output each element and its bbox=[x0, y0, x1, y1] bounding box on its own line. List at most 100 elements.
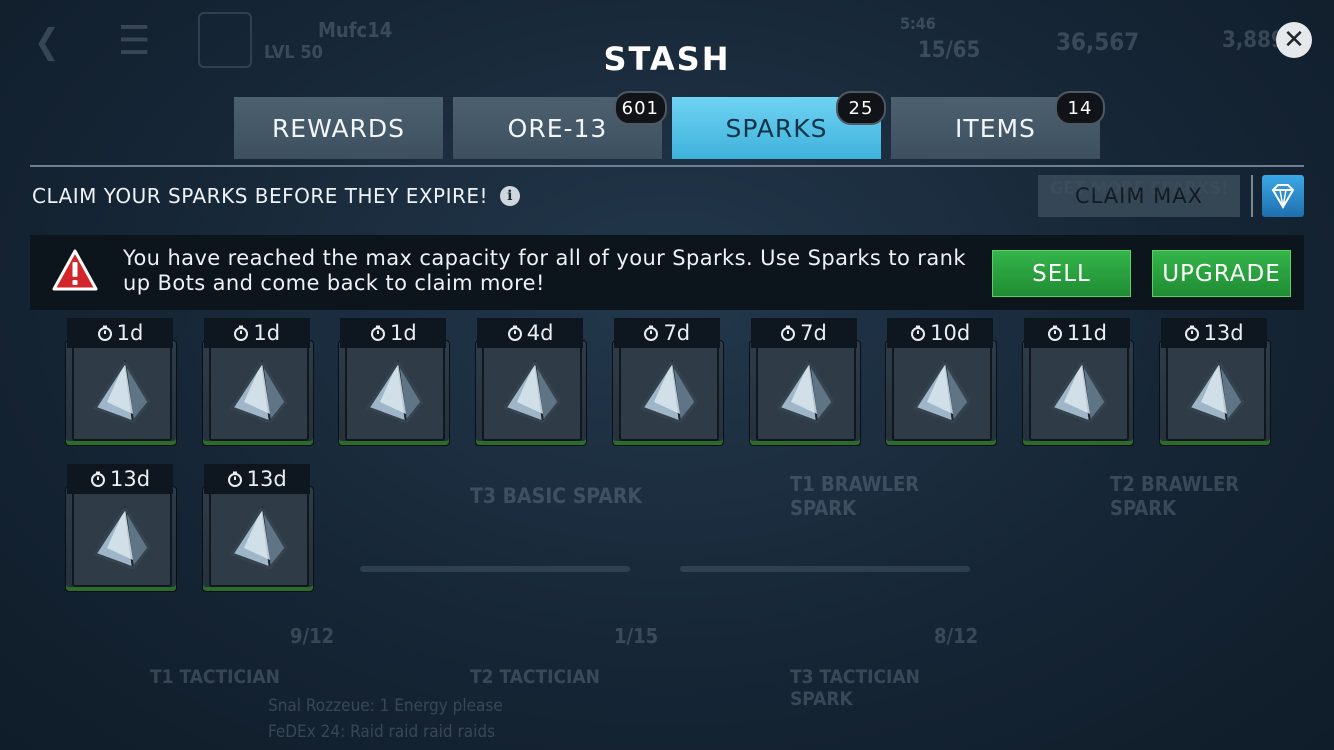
spark-card[interactable]: 7d bbox=[748, 318, 861, 446]
spark-slot bbox=[72, 490, 172, 587]
expiry-timer: 7d bbox=[613, 318, 720, 348]
expiry-timer: 1d bbox=[67, 318, 173, 348]
spark-frame bbox=[1158, 340, 1271, 446]
expiry-timer: 1d bbox=[203, 318, 310, 348]
expiry-timer: 10d bbox=[887, 318, 994, 348]
timer-label: 10d bbox=[930, 321, 971, 345]
spark-card[interactable]: 7d bbox=[611, 318, 724, 446]
claim-max-button[interactable]: CLAIM MAX bbox=[1038, 175, 1240, 217]
timer-icon bbox=[227, 471, 242, 487]
timer-icon bbox=[644, 325, 659, 341]
divider bbox=[1251, 175, 1253, 217]
timer-icon bbox=[97, 325, 112, 341]
chat-line: Snal Rozzeue: 1 Energy please bbox=[268, 696, 503, 716]
spark-card[interactable]: 11d bbox=[1021, 318, 1134, 446]
spark-icon bbox=[229, 504, 288, 570]
spark-slot bbox=[1028, 344, 1129, 441]
spark-icon bbox=[366, 358, 425, 424]
spark-frame bbox=[885, 340, 998, 446]
spark-card[interactable]: 1d bbox=[65, 318, 177, 446]
spark-icon bbox=[1186, 358, 1245, 424]
expiry-timer: 4d bbox=[477, 318, 584, 348]
bg-progress-bar bbox=[680, 566, 970, 572]
spark-slot bbox=[892, 344, 993, 441]
spark-slot bbox=[618, 344, 719, 441]
timer-label: 1d bbox=[253, 321, 281, 345]
expiry-timer: 13d bbox=[1160, 318, 1267, 348]
count-badge: 601 bbox=[613, 91, 667, 125]
spark-card[interactable]: 1d bbox=[201, 318, 314, 446]
timer-label: 7d bbox=[663, 321, 691, 345]
spark-slot bbox=[755, 344, 856, 441]
spark-icon bbox=[912, 358, 972, 424]
chat-line: FeDEx 24: Raid raid raid raids bbox=[268, 722, 496, 742]
info-icon[interactable]: i bbox=[500, 186, 521, 206]
spark-slot bbox=[208, 490, 309, 587]
timer-label: 13d bbox=[109, 467, 151, 491]
bg-count: 8/12 bbox=[934, 624, 979, 648]
spark-frame bbox=[65, 340, 177, 446]
spark-card[interactable]: 10d bbox=[885, 318, 998, 446]
energy-timer: 5:46 bbox=[900, 14, 936, 33]
tab-sparks[interactable]: SPARKS 25 bbox=[672, 91, 886, 159]
count-badge: 25 bbox=[836, 91, 886, 125]
filter-button[interactable] bbox=[1262, 175, 1304, 217]
spark-slot bbox=[482, 344, 583, 441]
spark-card[interactable]: 1d bbox=[338, 318, 451, 446]
timer-label: 1d bbox=[390, 321, 417, 345]
tab-label: SPARKS bbox=[725, 113, 828, 143]
spark-slot bbox=[1165, 344, 1266, 441]
timer-icon bbox=[234, 325, 249, 341]
timer-icon bbox=[781, 325, 796, 341]
bg-spark-name: T3 BASIC SPARK bbox=[470, 484, 643, 508]
timer-label: 11d bbox=[1066, 321, 1107, 345]
player-name: Mufc14 bbox=[318, 18, 393, 42]
spark-frame bbox=[475, 340, 588, 446]
spark-frame bbox=[338, 340, 451, 446]
bg-count: 1/15 bbox=[614, 624, 659, 648]
timer-label: 4d bbox=[526, 321, 554, 345]
bg-spark-name: T1 TACTICIAN bbox=[150, 666, 280, 688]
timer-label: 13d bbox=[1203, 321, 1244, 345]
expiry-timer: 11d bbox=[1023, 318, 1130, 348]
sell-button[interactable]: SELL bbox=[992, 250, 1131, 297]
spark-card[interactable]: 4d bbox=[475, 318, 588, 446]
expiry-timer: 1d bbox=[340, 318, 447, 348]
subheader: CLAIM YOUR SPARKS BEFORE THEY EXPIRE! i bbox=[32, 184, 521, 208]
spark-icon bbox=[639, 358, 698, 424]
spark-slot bbox=[208, 344, 309, 441]
spark-frame bbox=[201, 340, 314, 446]
spark-frame bbox=[611, 340, 724, 446]
spark-slot bbox=[72, 344, 172, 441]
spark-card[interactable]: 13d bbox=[201, 464, 314, 592]
bg-spark-name: T2 TACTICIAN bbox=[470, 666, 600, 688]
spark-icon bbox=[502, 358, 561, 424]
tab-label: ITEMS bbox=[955, 113, 1036, 143]
spark-frame bbox=[201, 486, 314, 592]
tab-ore-13[interactable]: ORE-13 601 bbox=[453, 91, 667, 159]
spark-frame bbox=[65, 486, 177, 592]
tab-items[interactable]: ITEMS 14 bbox=[891, 91, 1105, 159]
spark-icon bbox=[92, 504, 151, 570]
tab-rewards[interactable]: REWARDS bbox=[234, 97, 443, 159]
spark-card[interactable]: 13d bbox=[65, 464, 177, 592]
timer-icon bbox=[1184, 325, 1199, 341]
upgrade-button[interactable]: UPGRADE bbox=[1152, 250, 1291, 297]
spark-icon bbox=[776, 358, 835, 424]
timer-icon bbox=[911, 325, 926, 341]
tab-bar: REWARDS ORE-13 601 SPARKS 25 ITEMS 14 bbox=[234, 91, 1105, 159]
timer-label: 7d bbox=[800, 321, 827, 345]
expiry-timer: 13d bbox=[203, 464, 310, 494]
bg-spark-name: T2 BRAWLER SPARK bbox=[1110, 472, 1240, 520]
page-title: STASH bbox=[603, 40, 731, 78]
max-capacity-alert: You have reached the max capacity for al… bbox=[30, 235, 1304, 310]
tab-label: REWARDS bbox=[271, 113, 406, 143]
spark-frame bbox=[748, 340, 861, 446]
spark-card[interactable]: 13d bbox=[1158, 318, 1271, 446]
bg-progress-bar bbox=[360, 566, 630, 572]
bg-spark-name: T1 BRAWLER SPARK bbox=[790, 472, 920, 520]
bg-spark-name: T3 TACTICIAN SPARK bbox=[790, 666, 920, 710]
timer-icon bbox=[371, 325, 386, 341]
divider bbox=[30, 165, 1304, 167]
expiry-timer: 13d bbox=[67, 464, 173, 494]
